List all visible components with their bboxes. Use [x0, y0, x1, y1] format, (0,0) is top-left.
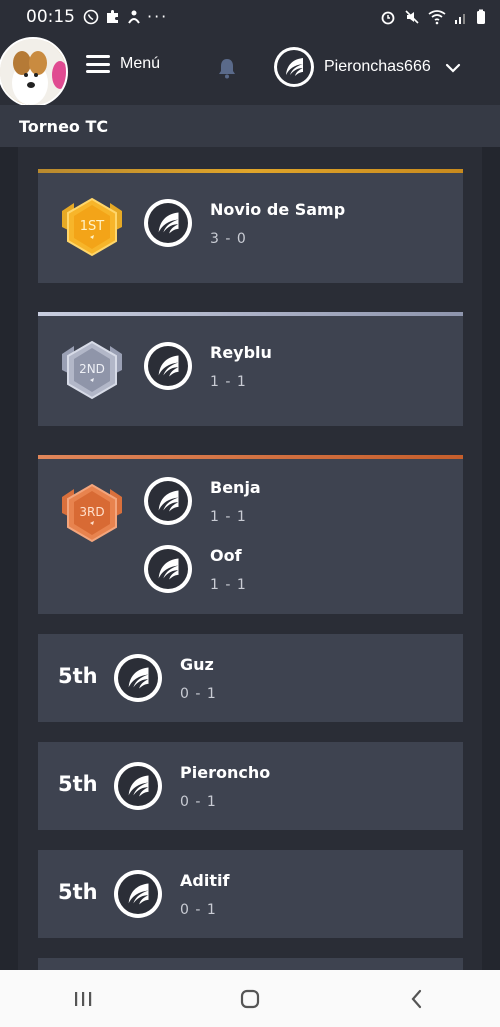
rank-label: 5th [58, 772, 98, 796]
team-name: Pieroncho [180, 762, 271, 782]
team-score: 0 - 1 [180, 901, 217, 918]
gold-stripe [38, 169, 463, 173]
svg-text:1ST: 1ST [80, 219, 105, 234]
bronze-medal-icon: 3RD [62, 483, 122, 543]
standing-card-partial [38, 958, 463, 970]
team-name: Novio de Samp [210, 199, 346, 219]
team-name: Aditif [180, 870, 230, 890]
team-name: Guz [180, 654, 214, 674]
more-notifications-icon: ··· [147, 7, 169, 26]
team-row[interactable]: Pieroncho 0 - 1 [114, 762, 270, 810]
rank-label: 5th [58, 664, 98, 688]
standing-card-2nd: 2ND Reyblu 1 - 1 [38, 312, 463, 426]
page-title-bar: Torneo TC [0, 105, 500, 147]
menu-label: Menú [120, 55, 161, 72]
team-logo-icon [144, 199, 192, 247]
team-score: 1 - 1 [210, 508, 247, 525]
team-score: 3 - 0 [210, 230, 247, 247]
team-score: 1 - 1 [210, 373, 247, 390]
wifi-icon [428, 9, 446, 24]
team-row[interactable]: Aditif 0 - 1 [114, 870, 229, 918]
home-icon [240, 989, 260, 1008]
team-row[interactable]: Reyblu 1 - 1 [144, 342, 272, 390]
team-logo-icon [144, 545, 192, 593]
notification-icons: ··· [83, 7, 168, 26]
alarm-icon [381, 11, 395, 24]
menu-button[interactable]: Menú [86, 55, 160, 73]
silver-stripe [38, 312, 463, 316]
status-time: 00:15 [26, 6, 75, 27]
puzzle-icon [107, 9, 118, 23]
user-logo-icon [274, 47, 314, 87]
standing-card-5th: 5th Aditif 0 - 1 [38, 850, 463, 938]
svg-text:2ND: 2ND [79, 362, 105, 376]
signal-icon [455, 13, 465, 24]
svg-text:3RD: 3RD [79, 505, 104, 519]
page-title: Torneo TC [19, 117, 109, 136]
system-status-icons [380, 9, 486, 25]
status-bar: 00:15 ··· [0, 0, 500, 33]
team-score: 1 - 1 [210, 576, 247, 593]
team-row[interactable]: Oof 1 - 1 [144, 545, 247, 593]
team-row[interactable]: Novio de Samp 3 - 0 [144, 199, 345, 247]
dog-avatar-image [0, 39, 66, 105]
username: Pieronchas666 [324, 58, 431, 75]
app-notification-icon [128, 10, 140, 24]
recent-apps-button[interactable] [63, 979, 103, 1019]
chevron-down-icon[interactable] [444, 59, 462, 77]
standings-list[interactable]: 1ST Novio de Samp 3 - 0 2ND Reyblu 1 - 1… [18, 147, 482, 970]
team-score: 0 - 1 [180, 793, 217, 810]
team-logo-icon [114, 870, 162, 918]
battery-icon [477, 9, 485, 24]
team-logo-icon [114, 654, 162, 702]
team-score: 0 - 1 [180, 685, 217, 702]
home-button[interactable] [230, 979, 270, 1019]
standing-card-5th: 5th Guz 0 - 1 [38, 634, 463, 722]
standing-card-5th: 5th Pieroncho 0 - 1 [38, 742, 463, 830]
team-logo-icon [114, 762, 162, 810]
team-name: Oof [210, 545, 242, 565]
rank-label: 5th [58, 880, 98, 904]
hamburger-icon [86, 55, 110, 73]
user-menu-button[interactable]: Pieronchas666 [274, 47, 431, 87]
team-row[interactable]: Guz 0 - 1 [114, 654, 217, 702]
back-button[interactable] [397, 979, 437, 1019]
recent-apps-icon [75, 991, 92, 1006]
bell-icon[interactable] [216, 57, 238, 79]
back-icon [411, 989, 421, 1008]
profile-avatar[interactable] [0, 37, 68, 107]
team-name: Benja [210, 477, 261, 497]
bronze-stripe [38, 455, 463, 459]
whatsapp-icon [83, 9, 99, 24]
silver-medal-icon: 2ND [62, 340, 122, 400]
app-header: Menú Pieronchas666 [0, 33, 500, 107]
team-logo-icon [144, 342, 192, 390]
gold-medal-icon: 1ST [62, 197, 122, 257]
mute-icon [405, 9, 419, 24]
standing-card-1st: 1ST Novio de Samp 3 - 0 [38, 169, 463, 283]
android-nav-bar [0, 970, 500, 1027]
standing-card-3rd: 3RD Benja 1 - 1 Oof 1 - 1 [38, 455, 463, 614]
team-name: Reyblu [210, 342, 272, 362]
team-row[interactable]: Benja 1 - 1 [144, 477, 261, 525]
team-logo-icon [144, 477, 192, 525]
